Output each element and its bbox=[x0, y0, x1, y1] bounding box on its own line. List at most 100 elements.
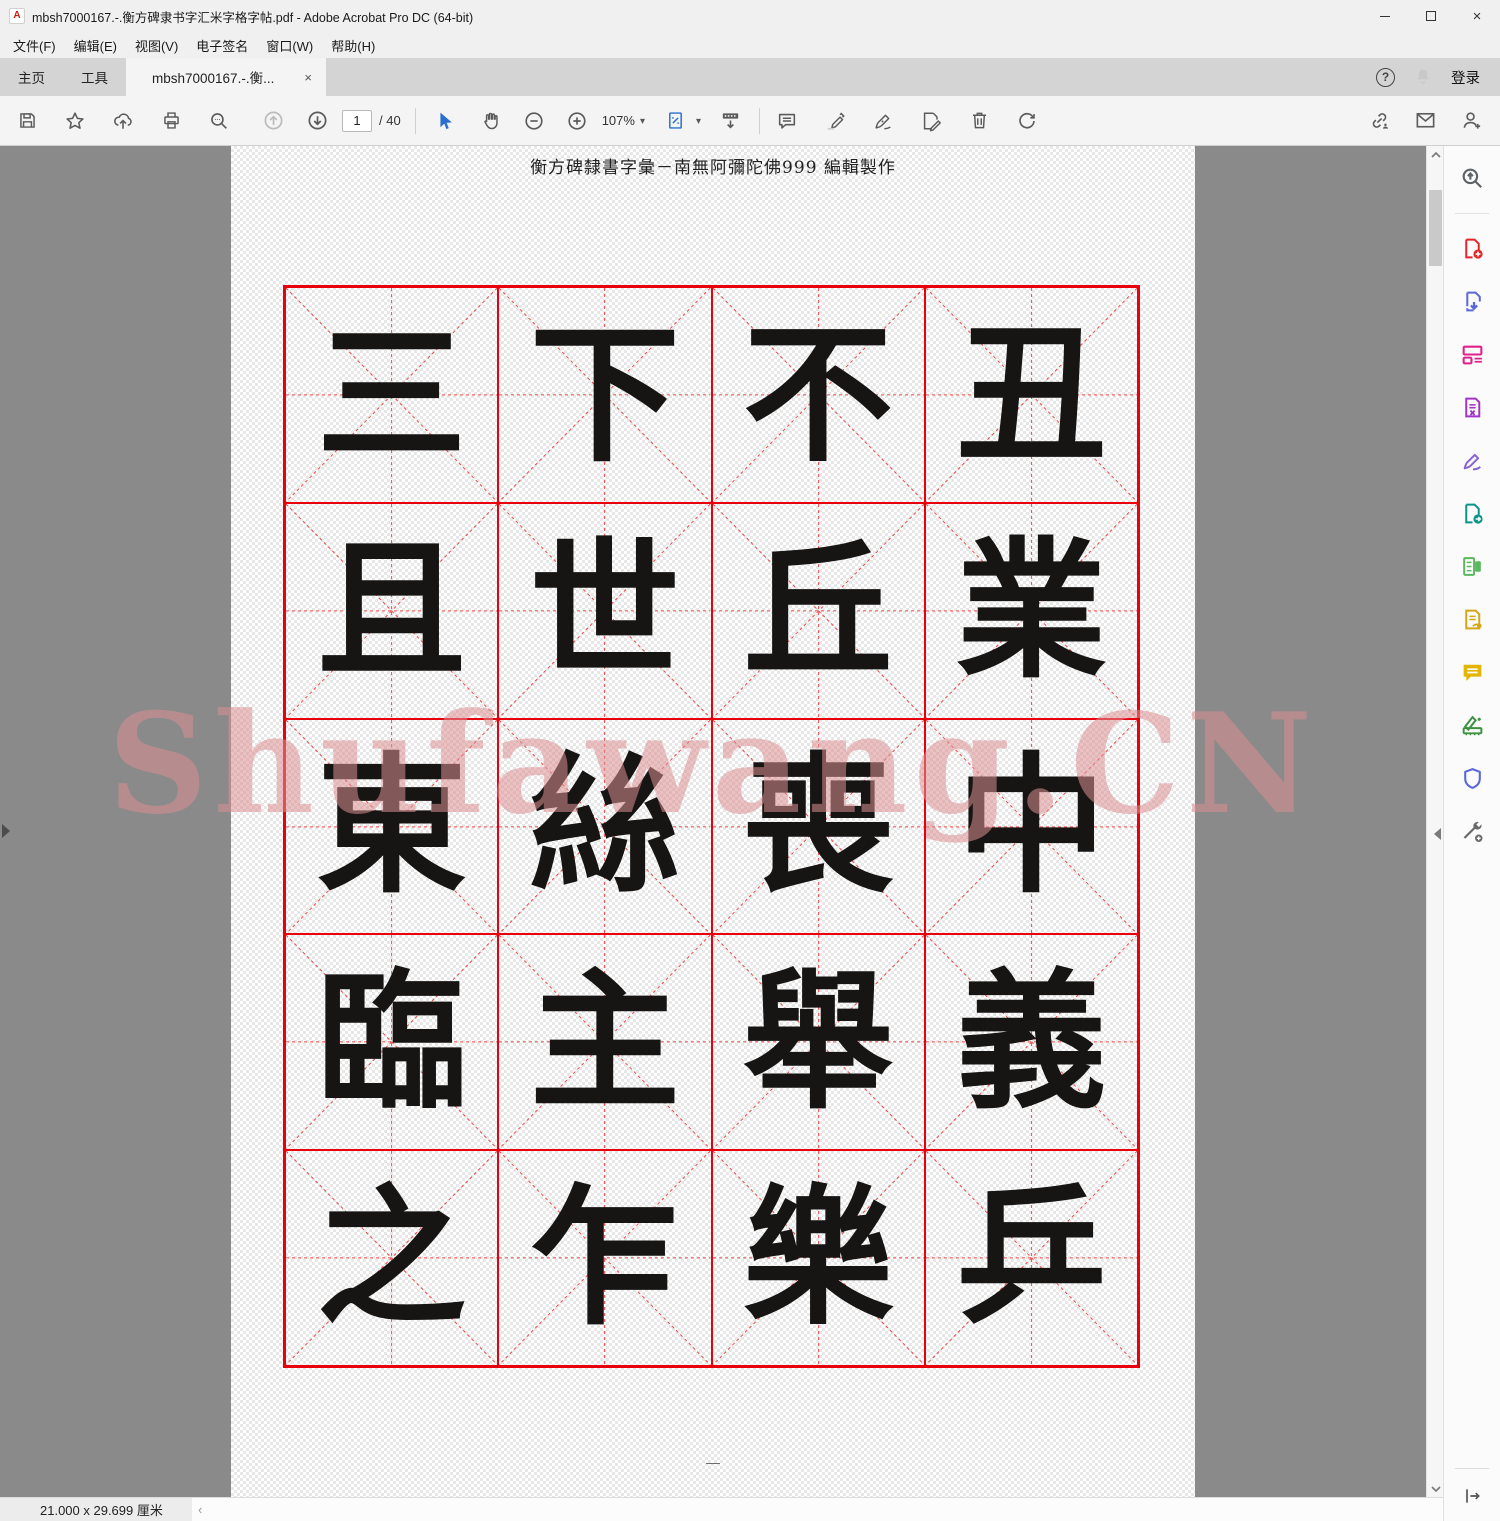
scrollbar-thumb[interactable] bbox=[1429, 190, 1442, 266]
fill-sign-tool[interactable] bbox=[1452, 440, 1492, 480]
calligraphy-character: 之 bbox=[317, 1183, 467, 1333]
favorite-star-button[interactable] bbox=[60, 106, 90, 136]
horizontal-scrollbar[interactable]: ‹ bbox=[192, 1498, 1443, 1521]
sign-button[interactable] bbox=[868, 106, 898, 136]
comments-tool[interactable] bbox=[1452, 652, 1492, 692]
more-tools[interactable] bbox=[1452, 811, 1492, 851]
grid-cell: 喪 bbox=[712, 719, 925, 935]
calligraphy-character: 乒 bbox=[956, 1183, 1106, 1333]
status-bar: 21.000 x 29.699 厘米 ‹ bbox=[0, 1497, 1443, 1521]
create-pdf-tool[interactable] bbox=[1452, 228, 1492, 268]
zoom-in-button[interactable] bbox=[562, 106, 592, 136]
rotate-pages-button[interactable] bbox=[1012, 106, 1042, 136]
minimize-button[interactable] bbox=[1362, 0, 1408, 32]
menu-file[interactable]: 文件(F) bbox=[4, 33, 65, 58]
comment-button[interactable] bbox=[772, 106, 802, 136]
scroll-up-icon[interactable] bbox=[1427, 146, 1444, 163]
fit-page-button[interactable] bbox=[661, 106, 691, 136]
page-number-input[interactable]: 1 bbox=[342, 110, 372, 132]
menu-view[interactable]: 视图(V) bbox=[126, 33, 187, 58]
calligraphy-character: 絲 bbox=[530, 751, 680, 901]
menu-help[interactable]: 帮助(H) bbox=[322, 33, 384, 58]
grid-cell: 下 bbox=[498, 287, 711, 503]
zoom-out-button[interactable] bbox=[519, 106, 549, 136]
edit-pdf-tool[interactable] bbox=[1452, 334, 1492, 374]
acrobat-window: A mbsh7000167.-.衡方碑隶书字汇米字格字帖.pdf - Adobe… bbox=[0, 0, 1500, 1521]
maximize-button[interactable] bbox=[1408, 0, 1454, 32]
send-pdf-tool[interactable] bbox=[1452, 493, 1492, 533]
help-icon[interactable]: ? bbox=[1376, 68, 1395, 87]
scroll-down-icon[interactable] bbox=[1427, 1480, 1444, 1497]
grid-cell: 東 bbox=[285, 719, 498, 935]
right-panel-collapse-icon[interactable] bbox=[1434, 828, 1441, 840]
tab-document[interactable]: mbsh7000167.-.衡... × bbox=[126, 58, 326, 96]
notifications-bell-icon[interactable] bbox=[1413, 66, 1433, 89]
minimize-icon bbox=[1380, 16, 1390, 17]
grid-cell: 業 bbox=[925, 503, 1138, 719]
calligraphy-character: 臨 bbox=[317, 967, 467, 1117]
previous-page-button[interactable] bbox=[258, 106, 288, 136]
maximize-icon bbox=[1426, 11, 1436, 21]
menu-edit[interactable]: 编辑(E) bbox=[65, 33, 126, 58]
close-button[interactable]: × bbox=[1454, 0, 1500, 32]
print-button[interactable] bbox=[156, 106, 186, 136]
highlight-button[interactable] bbox=[820, 106, 850, 136]
fit-page-caret-icon[interactable]: ▾ bbox=[696, 116, 701, 127]
toolbar-separator bbox=[759, 108, 760, 134]
window-title: mbsh7000167.-.衡方碑隶书字汇米字格字帖.pdf - Adobe A… bbox=[32, 7, 473, 26]
protect-tool[interactable] bbox=[1452, 758, 1492, 798]
close-icon: × bbox=[1473, 9, 1482, 24]
hand-tool-button[interactable] bbox=[476, 106, 506, 136]
document-viewport[interactable]: 衡方碑隸書字彙－南無阿彌陀佛999 編輯製作 三 下 不 bbox=[0, 146, 1426, 1497]
pdf-to-office-tool[interactable] bbox=[1452, 387, 1492, 427]
select-tool-button[interactable] bbox=[430, 106, 460, 136]
toolbar: 1 / 40 107% ▾ ▾ bbox=[0, 96, 1500, 146]
scrolling-mode-button[interactable] bbox=[715, 106, 745, 136]
calligraphy-character: 不 bbox=[743, 320, 893, 470]
left-panel-expand-icon[interactable] bbox=[2, 824, 10, 838]
calligraphy-character: 世 bbox=[530, 536, 680, 686]
sidebar-divider bbox=[1455, 1468, 1489, 1469]
calligraphy-character: 業 bbox=[956, 536, 1106, 686]
edit-pdf-button[interactable] bbox=[916, 106, 946, 136]
request-signatures-tool[interactable] bbox=[1452, 599, 1492, 639]
scroll-left-icon[interactable]: ‹ bbox=[198, 1498, 202, 1521]
zoom-caret-icon[interactable]: ▾ bbox=[640, 116, 645, 127]
export-pdf-tool[interactable] bbox=[1452, 281, 1492, 321]
sign-in-button[interactable]: 登录 bbox=[1451, 67, 1480, 88]
pdf-page: 衡方碑隸書字彙－南無阿彌陀佛999 編輯製作 三 下 不 bbox=[231, 146, 1195, 1497]
grid-cell: 且 bbox=[285, 503, 498, 719]
menu-esign[interactable]: 电子签名 bbox=[187, 33, 257, 58]
calligraphy-character: 下 bbox=[530, 320, 680, 470]
delete-pages-button[interactable] bbox=[964, 106, 994, 136]
vertical-scrollbar[interactable] bbox=[1426, 146, 1443, 1497]
share-link-button[interactable] bbox=[1364, 106, 1394, 136]
save-button[interactable] bbox=[12, 106, 42, 136]
email-button[interactable] bbox=[1410, 106, 1440, 136]
grid-cell: 丘 bbox=[712, 503, 925, 719]
calligraphy-character: 主 bbox=[530, 967, 680, 1117]
share-upload-button[interactable] bbox=[108, 106, 138, 136]
tab-close-icon[interactable]: × bbox=[300, 70, 316, 85]
next-page-button[interactable] bbox=[302, 106, 332, 136]
calligraphy-character: 且 bbox=[317, 536, 467, 686]
expand-panel-icon[interactable] bbox=[1452, 1479, 1492, 1513]
grid-cell: 不 bbox=[712, 287, 925, 503]
menu-bar: 文件(F) 编辑(E) 视图(V) 电子签名 窗口(W) 帮助(H) bbox=[0, 32, 1500, 58]
search-tool[interactable] bbox=[1452, 158, 1492, 198]
grid-cell: 乍 bbox=[498, 1150, 711, 1366]
share-with-people-button[interactable] bbox=[1456, 106, 1486, 136]
zoom-level-value: 107% bbox=[602, 113, 635, 128]
calligraphy-character: 三 bbox=[317, 320, 467, 470]
menu-window[interactable]: 窗口(W) bbox=[257, 33, 322, 58]
tab-home[interactable]: 主页 bbox=[0, 58, 63, 96]
find-button[interactable] bbox=[204, 106, 234, 136]
combine-files-tool[interactable] bbox=[1452, 546, 1492, 586]
calligraphy-character: 喪 bbox=[743, 751, 893, 901]
scan-ocr-tool[interactable] bbox=[1452, 705, 1492, 745]
page-total-label: / 40 bbox=[379, 113, 401, 128]
tab-tools[interactable]: 工具 bbox=[63, 58, 126, 96]
grid-cell: 丑 bbox=[925, 287, 1138, 503]
calligraphy-character: 東 bbox=[317, 751, 467, 901]
calligraphy-character: 樂 bbox=[743, 1183, 893, 1333]
